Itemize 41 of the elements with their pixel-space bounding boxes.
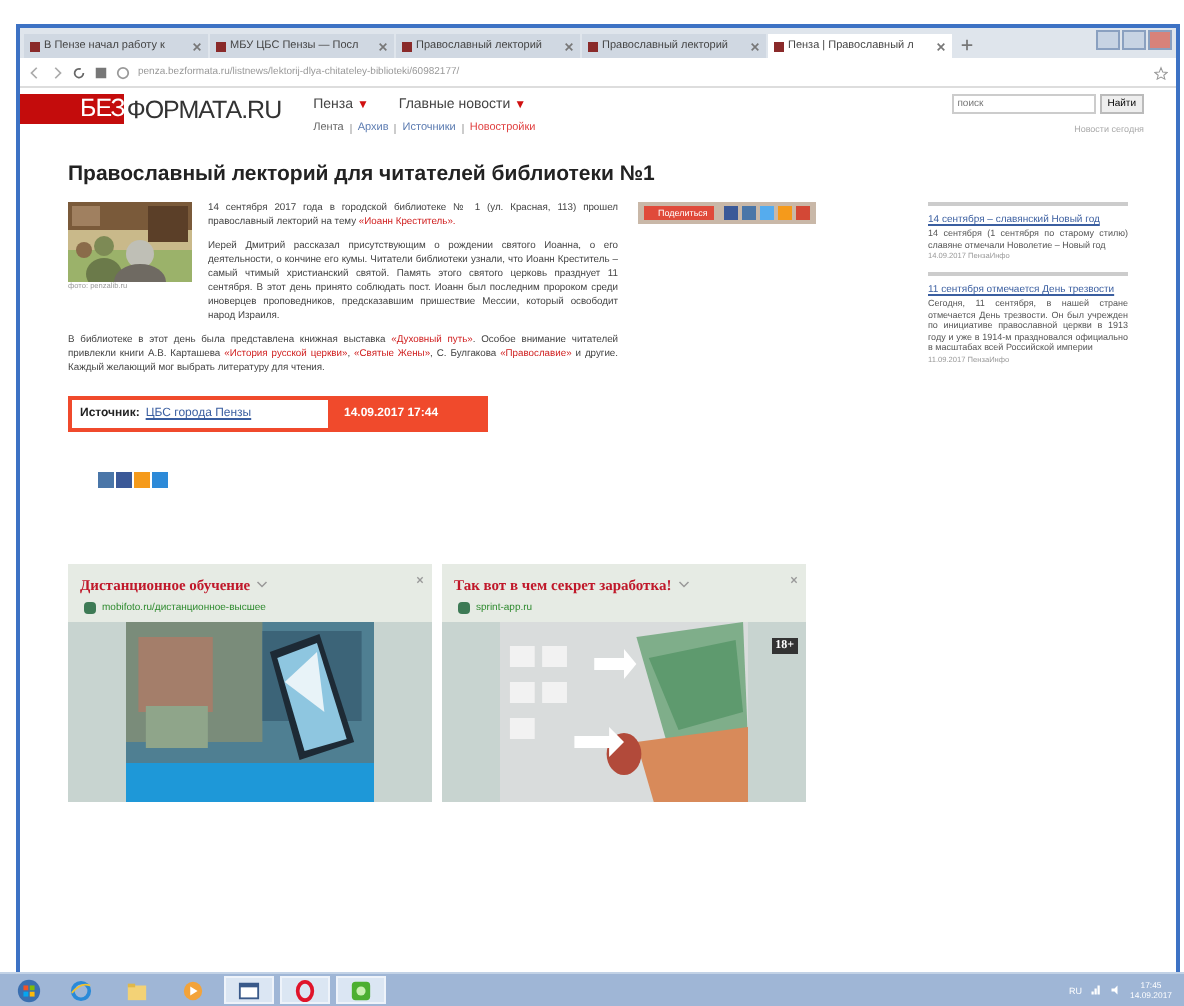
taskbar-app[interactable] <box>280 976 330 1005</box>
taskbar-app[interactable] <box>224 976 274 1005</box>
network-icon[interactable] <box>1090 984 1103 997</box>
grid-icon[interactable] <box>94 65 108 79</box>
window-icon <box>238 979 260 1002</box>
opera-icon <box>294 979 316 1002</box>
close-icon[interactable] <box>936 41 946 51</box>
page-icon <box>402 41 412 51</box>
site-logo[interactable]: БЕЗФОРМАТА.RU <box>20 94 282 124</box>
close-icon[interactable] <box>378 41 388 51</box>
page-icon <box>588 41 598 51</box>
start-icon[interactable] <box>16 977 42 1004</box>
site-icon <box>84 602 96 614</box>
back-icon[interactable] <box>28 65 42 79</box>
folder-icon <box>126 979 148 1002</box>
chevron-icon[interactable] <box>256 580 269 590</box>
globe-icon <box>116 65 130 79</box>
close-icon[interactable] <box>790 576 798 584</box>
speaker-icon[interactable] <box>1110 984 1123 997</box>
reload-icon[interactable] <box>72 65 86 79</box>
chevron-icon[interactable] <box>677 580 690 590</box>
forward-icon[interactable] <box>50 65 64 79</box>
close-icon[interactable] <box>564 41 574 51</box>
site-icon <box>458 602 470 614</box>
close-icon[interactable] <box>192 41 202 51</box>
new-tab-icon[interactable] <box>960 38 974 52</box>
page-icon <box>30 41 40 51</box>
maximize-icon[interactable] <box>1122 30 1146 50</box>
page-icon <box>216 41 226 51</box>
browser-icon <box>70 979 92 1002</box>
page-icon <box>774 41 784 51</box>
close-icon[interactable] <box>750 41 760 51</box>
close-icon[interactable] <box>416 576 424 584</box>
play-icon <box>182 979 204 1002</box>
chat-icon <box>350 979 372 1002</box>
minimize-icon[interactable] <box>1096 30 1120 50</box>
bookmark-icon[interactable] <box>1154 65 1168 79</box>
social-share-icon[interactable] <box>723 206 738 220</box>
social-share-icon[interactable] <box>795 206 810 220</box>
article-title: Православный лекторий для читателей библиотеки №1 <box>68 162 657 186</box>
social-share-icon[interactable] <box>741 206 756 220</box>
